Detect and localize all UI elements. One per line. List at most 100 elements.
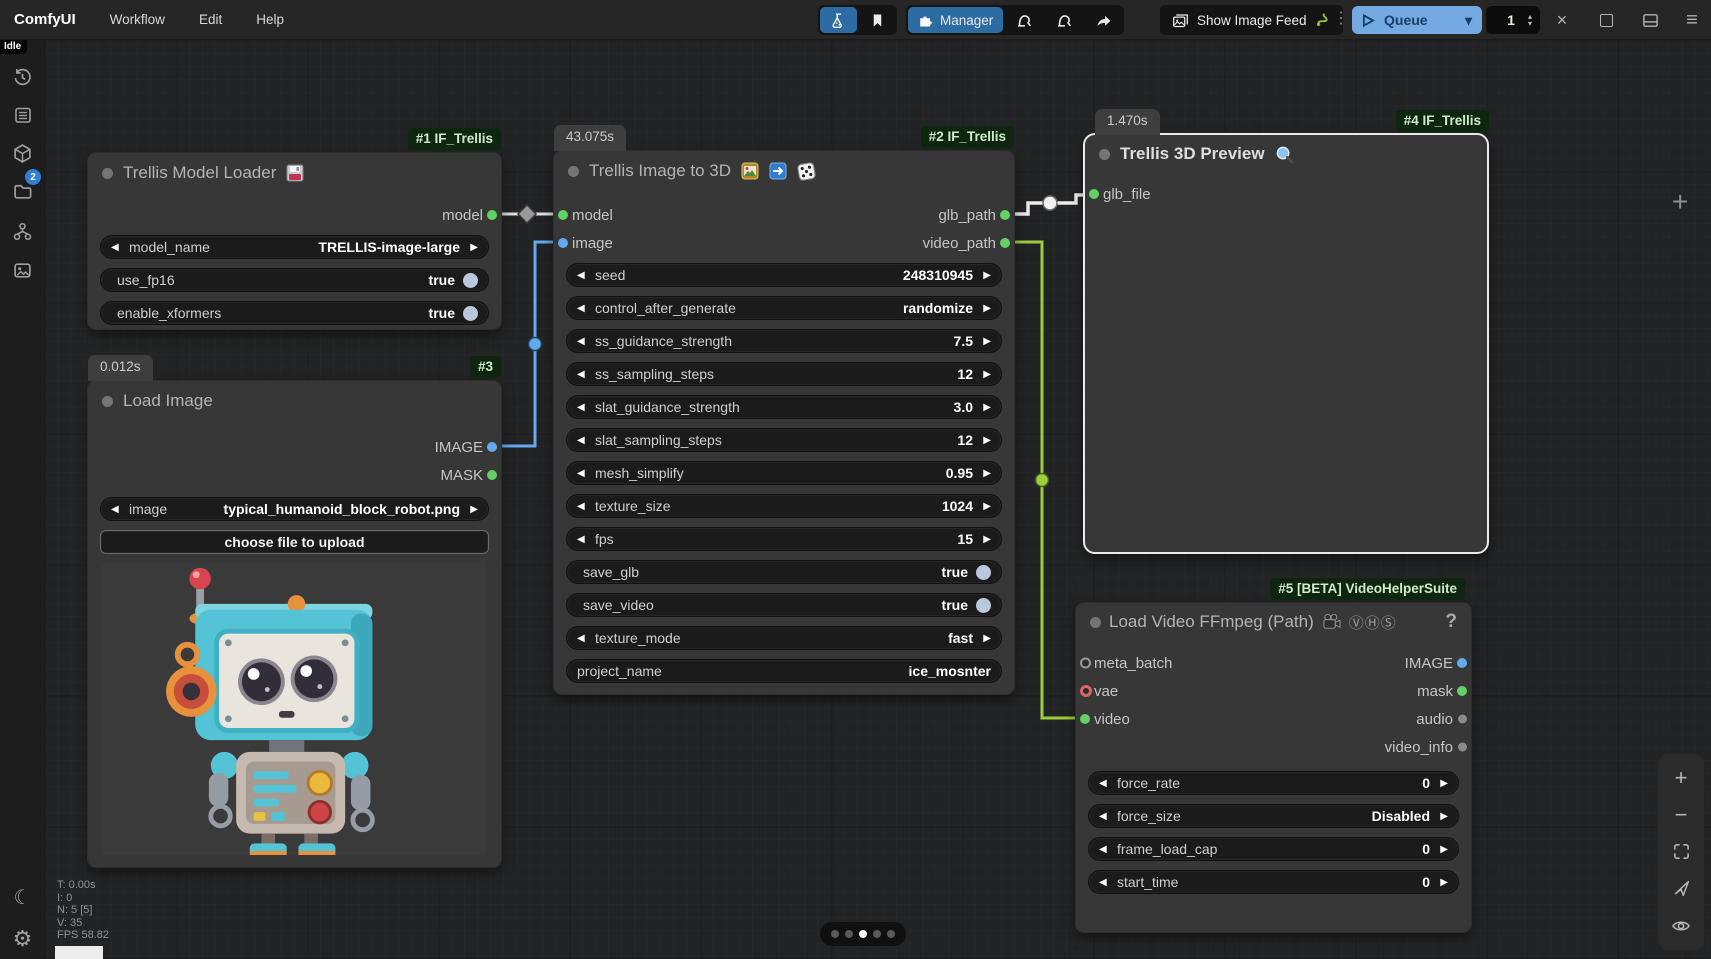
widget-start-time[interactable]: ◀start_time0▶ [1088,870,1459,894]
decrement-arrow-icon[interactable]: ◀ [577,534,595,545]
widget-fps[interactable]: ◀fps15▶ [566,527,1002,551]
kebab-menu-icon[interactable]: ⋮ [1333,8,1349,28]
increment-arrow-icon[interactable]: ▶ [973,369,991,380]
widget-force-size[interactable]: ◀force_sizeDisabled▶ [1088,804,1459,828]
horn-button-2[interactable] [1045,7,1083,33]
collapse-dot[interactable] [102,396,113,407]
decrement-arrow-icon[interactable]: ◀ [577,468,595,479]
toggle-visibility-button[interactable] [1664,910,1698,942]
decrement-arrow-icon[interactable]: ◀ [577,402,595,413]
decrement-arrow-icon[interactable]: ◀ [1099,877,1117,888]
input-port-image[interactable] [558,238,568,248]
node-trellis-image-to-3d[interactable]: 43.075s #2 IF_Trellis Trellis Image to 3… [553,150,1015,695]
chevron-down-icon[interactable]: ▾ [1465,12,1472,29]
increment-arrow-icon[interactable]: ▶ [973,303,991,314]
node-title-bar[interactable]: Trellis 3D Preview [1085,135,1487,173]
widget-texture-size[interactable]: ◀texture_size1024▶ [566,494,1002,518]
decrement-arrow-icon[interactable]: ◀ [577,435,595,446]
collapse-dot[interactable] [568,166,579,177]
sidebar-item-queue[interactable] [3,96,42,134]
widget-image[interactable]: ◀imagetypical_humanoid_block_robot.png▶ [100,497,489,521]
increment-arrow-icon[interactable]: ▶ [1430,778,1448,789]
widget-save-glb[interactable]: save_glbtrue [566,560,1002,584]
increment-arrow-icon[interactable]: ▶ [973,402,991,413]
output-port-audio[interactable] [1458,715,1467,724]
page-dot-active[interactable] [859,930,867,938]
increment-arrow-icon[interactable]: ▶ [973,270,991,281]
widget-texture-mode[interactable]: ◀texture_modefast▶ [566,626,1002,650]
fit-view-button[interactable] [1664,836,1698,868]
toggle-dot[interactable] [463,306,478,321]
sidebar-item-image-gallery[interactable] [3,251,42,289]
help-icon[interactable]: ? [1445,611,1457,633]
widget-slat-guidance-strength[interactable]: ◀slat_guidance_strength3.0▶ [566,395,1002,419]
increment-arrow-icon[interactable]: ▶ [973,501,991,512]
page-dot[interactable] [873,930,881,938]
page-dot[interactable] [887,930,895,938]
show-image-feed-button[interactable]: Show Image Feed [1160,5,1343,35]
horn-button-1[interactable] [1005,7,1043,33]
clear-queue-button[interactable]: × [1545,0,1579,40]
decrement-arrow-icon[interactable]: ◀ [1099,778,1117,789]
widget-ss-guidance-strength[interactable]: ◀ss_guidance_strength7.5▶ [566,329,1002,353]
sidebar-item-model-library[interactable] [3,134,42,172]
decrement-arrow-icon[interactable]: ◀ [1099,811,1117,822]
sidebar-item-workflows[interactable]: 2 [3,172,42,210]
page-dot[interactable] [845,930,853,938]
decrement-arrow-icon[interactable]: ◀ [577,270,595,281]
widget-control-after-generate[interactable]: ◀control_after_generaterandomize▶ [566,296,1002,320]
decrement-arrow-icon[interactable]: ◀ [111,242,129,253]
decrement-arrow-icon[interactable]: ◀ [577,336,595,347]
decrement-arrow-icon[interactable]: ◀ [577,303,595,314]
sidebar-item-node-library[interactable] [3,212,42,250]
collapse-dot[interactable] [1099,149,1110,160]
widget-seed[interactable]: ◀seed248310945▶ [566,263,1002,287]
queue-button[interactable]: Queue ▾ [1352,6,1482,34]
collapse-dot[interactable] [1090,617,1101,628]
output-port-image[interactable] [1457,658,1467,668]
widget-ss-sampling-steps[interactable]: ◀ss_sampling_steps12▶ [566,362,1002,386]
increment-arrow-icon[interactable]: ▶ [1430,844,1448,855]
manager-button[interactable]: Manager [908,7,1003,33]
decrement-arrow-icon[interactable]: ◀ [577,633,595,644]
zoom-in-button[interactable]: + [1664,762,1698,794]
menu-help[interactable]: Help [256,12,284,27]
decrement-arrow-icon[interactable]: ◀ [111,504,129,515]
increment-arrow-icon[interactable]: ▶ [973,633,991,644]
output-port-mask[interactable] [1457,686,1467,696]
node-load-video-ffmpeg[interactable]: #5 [BETA] VideoHelperSuite Load Video FF… [1075,602,1472,933]
stepper-down-icon[interactable]: ▾ [1528,20,1532,27]
bookmark-button[interactable] [859,7,895,33]
node-load-image[interactable]: 0.012s #3 Load Image IMAGE MASK ◀imagety… [87,380,502,868]
menu-edit[interactable]: Edit [199,12,222,27]
node-trellis-3d-preview[interactable]: 1.470s #4 IF_Trellis Trellis 3D Preview … [1083,133,1489,554]
decrement-arrow-icon[interactable]: ◀ [577,501,595,512]
increment-arrow-icon[interactable]: ▶ [973,468,991,479]
input-port-model[interactable] [558,210,568,220]
increment-arrow-icon[interactable]: ▶ [460,242,478,253]
output-port-mask[interactable] [487,470,497,480]
menu-workflow[interactable]: Workflow [110,12,165,27]
panel-layout-button[interactable] [1633,0,1667,40]
widget-project-name[interactable]: project_nameice_mosnter [566,659,1002,683]
3d-viewport[interactable] [1085,208,1487,538]
output-port-video-info[interactable] [1458,743,1467,752]
select-mode-button[interactable] [1664,873,1698,905]
widget-choose-file-to-upload[interactable]: choose file to upload [100,530,489,554]
increment-arrow-icon[interactable]: ▶ [1430,811,1448,822]
widget-slat-sampling-steps[interactable]: ◀slat_sampling_steps12▶ [566,428,1002,452]
increment-arrow-icon[interactable]: ▶ [460,504,478,515]
widget-save-video[interactable]: save_videotrue [566,593,1002,617]
decrement-arrow-icon[interactable]: ◀ [1099,844,1117,855]
settings-button[interactable]: ⚙ [3,920,42,958]
widget-frame-load-cap[interactable]: ◀frame_load_cap0▶ [1088,837,1459,861]
node-title-bar[interactable]: Load Video FFmpeg (Path) ⓋⒽⓈ ? [1076,603,1471,641]
output-port-image[interactable] [487,442,497,452]
output-port-model[interactable] [487,210,497,220]
share-button[interactable] [1085,7,1122,33]
increment-arrow-icon[interactable]: ▶ [1430,877,1448,888]
toggle-dot[interactable] [976,565,991,580]
maximize-button[interactable] [1589,0,1623,40]
increment-arrow-icon[interactable]: ▶ [973,435,991,446]
node-title-bar[interactable]: Load Image [88,381,501,421]
